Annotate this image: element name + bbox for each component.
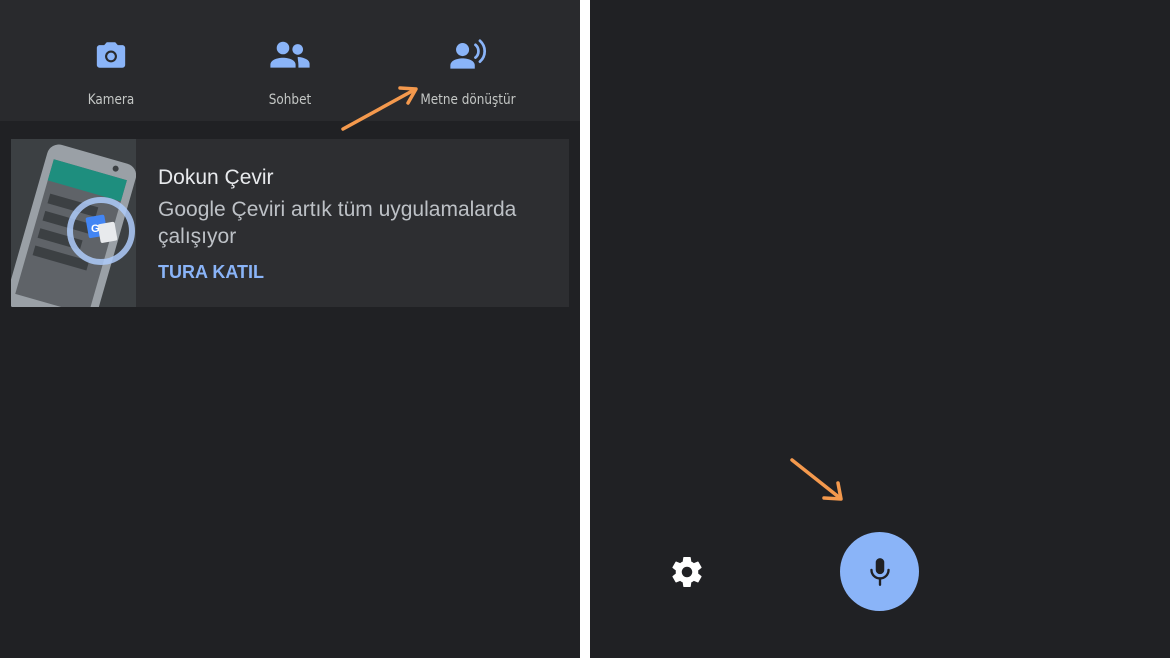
microphone-icon: [869, 557, 890, 586]
screenshot-canvas: Kamera Sohbet Metne dönüştür G Dokun Çev…: [0, 0, 1170, 658]
nav-camera-button[interactable]: Kamera: [36, 0, 186, 121]
microphone-button[interactable]: [840, 532, 919, 611]
nav-camera-label: Kamera: [87, 92, 135, 108]
svg-text:G: G: [91, 223, 100, 235]
tap-to-translate-card: G Dokun Çevir Google Çeviri artık tüm uy…: [11, 139, 569, 307]
camera-icon: [96, 42, 126, 68]
take-tour-link[interactable]: TURA KATIL: [158, 262, 264, 283]
transcribe-icon: [450, 39, 487, 69]
gear-icon[interactable]: [669, 554, 705, 590]
mode-toolbar: Kamera Sohbet Metne dönüştür: [0, 0, 580, 121]
phone-illustration: G: [11, 144, 136, 307]
people-icon: [270, 41, 310, 68]
annotation-arrow-icon: [790, 458, 843, 501]
panel-divider: [580, 0, 590, 658]
card-description: Google Çeviri artık tüm uygulamalarda ça…: [158, 198, 517, 248]
nav-conversation-label: Sohbet: [268, 92, 312, 108]
left-screen: Kamera Sohbet Metne dönüştür G Dokun Çev…: [0, 0, 580, 658]
annotation-arrow-icon: [341, 86, 418, 131]
card-illustration: G: [11, 139, 136, 307]
card-title: Dokun Çevir: [158, 166, 274, 189]
right-screen: [590, 0, 1170, 658]
